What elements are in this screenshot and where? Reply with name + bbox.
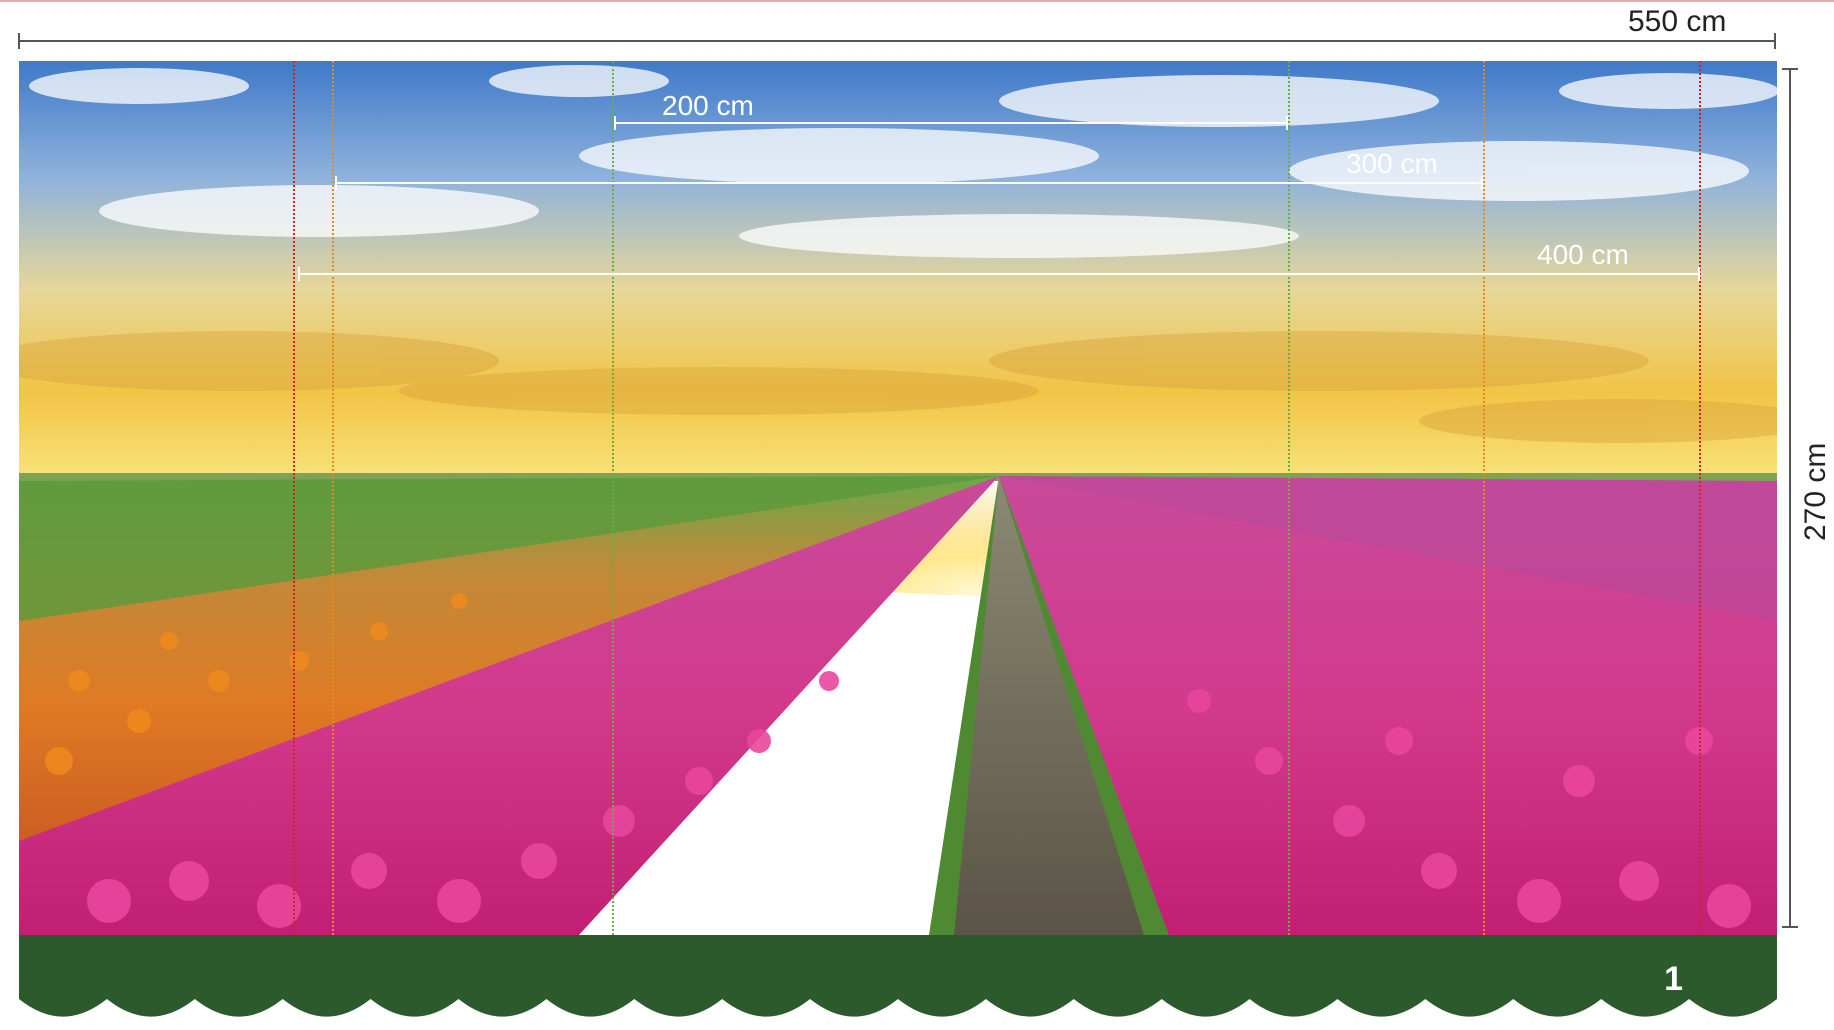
guide-line-300cm-left <box>332 61 334 935</box>
guide-line-400cm-right <box>1699 61 1701 935</box>
valance-shape <box>19 935 1777 1017</box>
measure-line-200cm <box>614 116 1288 130</box>
measure-line-400cm <box>298 267 1700 281</box>
guide-line-400cm-left <box>293 61 295 935</box>
tulip-field-photo <box>19 61 1777 935</box>
measure-label-200cm: 200 cm <box>662 90 754 121</box>
height-label: 270 cm <box>1799 442 1832 541</box>
width-label: 550 cm <box>1628 5 1727 38</box>
guide-line-300cm-right <box>1483 61 1485 935</box>
scalloped-valance: 1 <box>19 935 1777 1025</box>
guide-line-200cm-left <box>612 61 614 935</box>
width-dimension-line <box>18 33 1776 49</box>
measure-label-400cm: 400 cm <box>1537 239 1629 270</box>
measure-line-300cm <box>335 176 1483 190</box>
panel-number: 1 <box>1664 960 1683 998</box>
guide-line-200cm-right <box>1288 61 1290 935</box>
height-dimension-line <box>1782 68 1798 928</box>
measure-label-300cm: 300 cm <box>1346 148 1438 179</box>
